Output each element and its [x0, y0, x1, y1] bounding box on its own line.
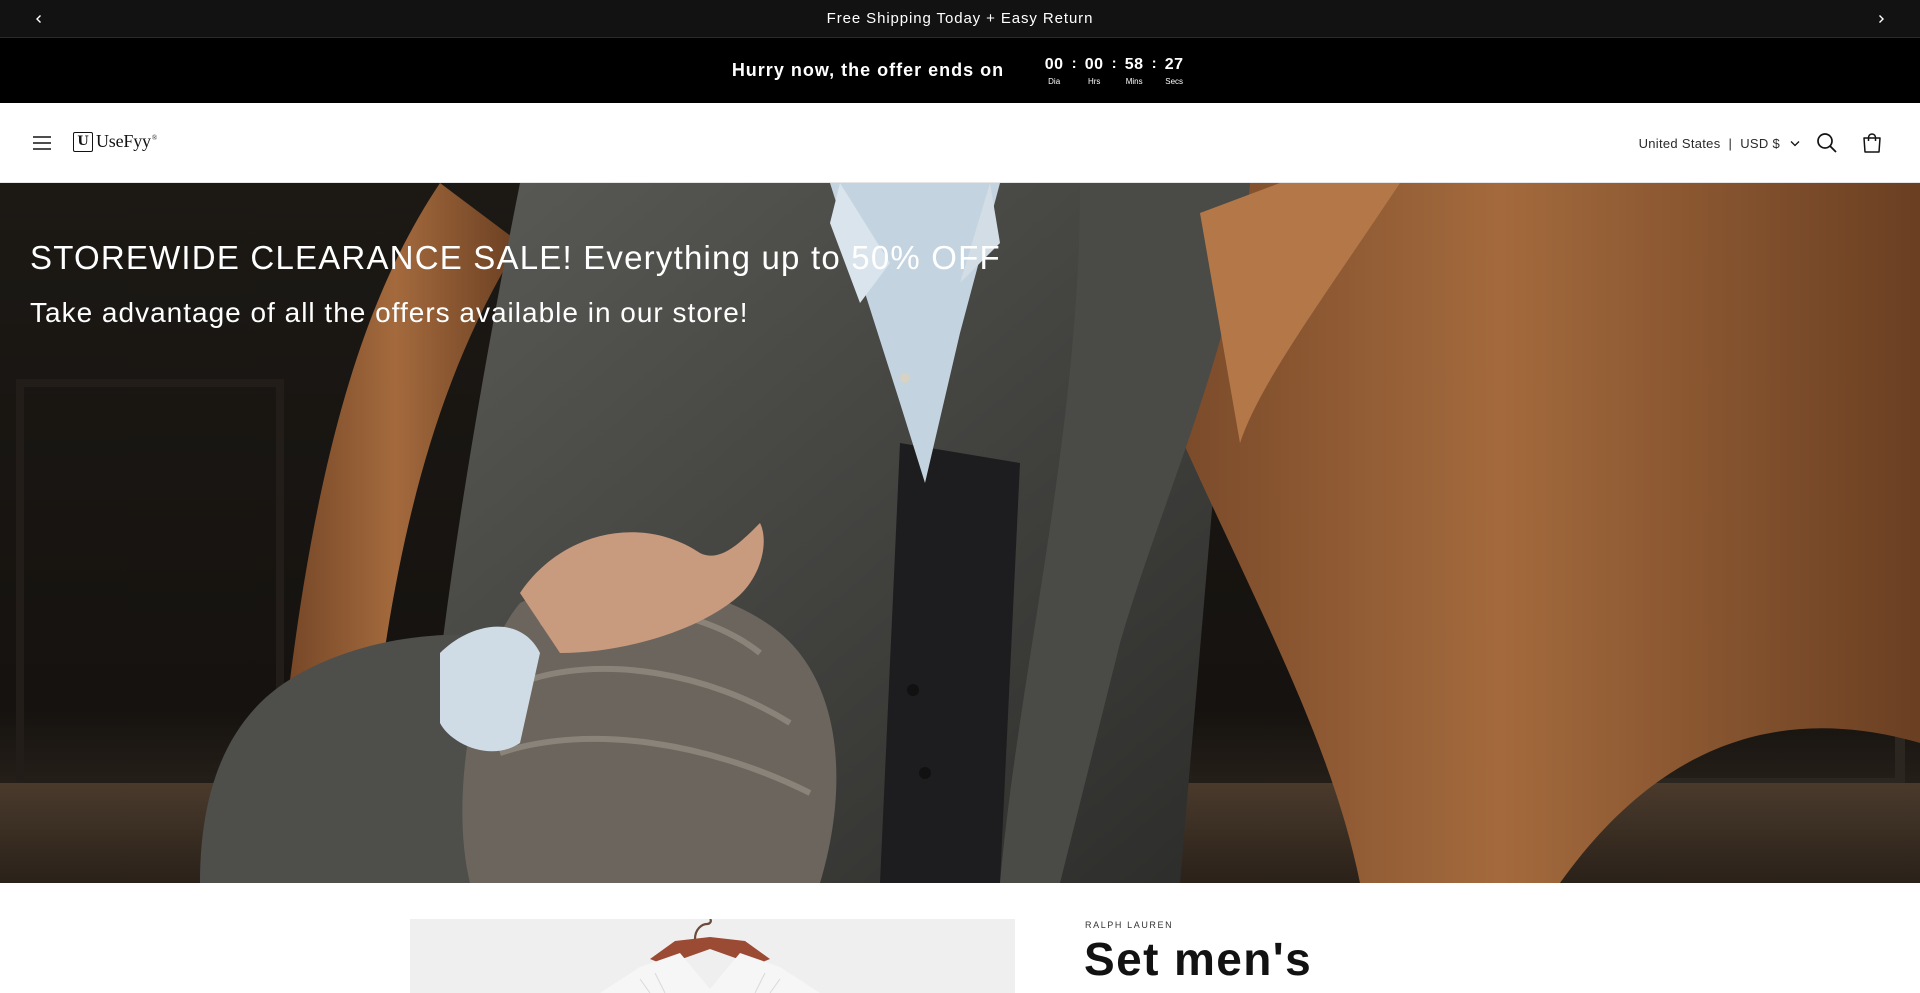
countdown-separator: : [1071, 54, 1077, 72]
country-label: United States [1638, 135, 1721, 151]
announcement-next-button[interactable] [1870, 8, 1892, 30]
countdown-hours-value: 00 [1084, 55, 1104, 73]
hero-subtitle: Take advantage of all the offers availab… [30, 297, 749, 328]
hero-title: STOREWIDE CLEARANCE SALE! Everything up … [30, 239, 1001, 276]
search-button[interactable] [1813, 129, 1841, 157]
countdown-minutes-value: 58 [1124, 55, 1144, 73]
featured-product: RALPH LAUREN Set men's [0, 883, 1920, 993]
localization-divider: | [1728, 135, 1733, 151]
countdown-hours-label: Hrs [1087, 76, 1101, 86]
chevron-left-icon [36, 15, 41, 23]
logo-trademark: ® [151, 134, 157, 142]
hero-copy: STOREWIDE CLEARANCE SALE! Everything up … [30, 236, 1001, 332]
store-logo[interactable]: U UseFyy® [73, 131, 157, 152]
product-vendor: RALPH LAUREN [1085, 920, 1174, 930]
countdown-days-value: 00 [1044, 55, 1064, 73]
countdown-days-label: Dia [1048, 76, 1061, 86]
search-icon [1817, 133, 1837, 153]
country-currency-selector[interactable]: United States | USD $ [1639, 132, 1800, 154]
countdown-bar: Hurry now, the offer ends on 00 Dia : 00… [0, 38, 1920, 103]
product-image[interactable] [410, 919, 1015, 993]
product-title: Set men's [1084, 933, 1313, 985]
currency-label: USD $ [1740, 135, 1780, 151]
countdown-minutes: 58 Mins [1120, 55, 1148, 87]
countdown-seconds-label: Secs [1165, 76, 1184, 86]
site-header: U UseFyy® United States | USD $ [0, 103, 1920, 183]
countdown-separator: : [1111, 54, 1117, 72]
logo-text: UseFyy® [96, 131, 157, 152]
countdown-seconds: 27 Secs [1160, 55, 1188, 87]
cart-button[interactable] [1858, 129, 1886, 157]
countdown-hours: 00 Hrs [1080, 55, 1108, 87]
announcement-text[interactable]: Free Shipping Today + Easy Return [827, 10, 1094, 27]
hanger-shirt-icon [600, 919, 820, 993]
menu-icon [33, 136, 51, 150]
chevron-down-icon [1790, 140, 1800, 147]
countdown-minutes-label: Mins [1125, 76, 1143, 86]
logo-name: UseFyy [96, 131, 151, 151]
countdown-days: 00 Dia [1040, 55, 1068, 87]
cart-icon [1863, 133, 1881, 153]
announcement-prev-button[interactable] [28, 8, 50, 30]
hero-banner[interactable]: STOREWIDE CLEARANCE SALE! Everything up … [0, 183, 1920, 883]
countdown-timer: 00 Dia : 00 Hrs : 58 Mins : 27 Secs [1040, 55, 1188, 87]
logo-mark: U [73, 131, 93, 152]
countdown-separator: : [1151, 54, 1157, 72]
menu-button[interactable] [30, 131, 54, 155]
chevron-right-icon [1879, 15, 1884, 23]
countdown-message: Hurry now, the offer ends on [731, 60, 1005, 80]
announcement-bar: Free Shipping Today + Easy Return [0, 0, 1920, 38]
countdown-seconds-value: 27 [1164, 55, 1184, 73]
